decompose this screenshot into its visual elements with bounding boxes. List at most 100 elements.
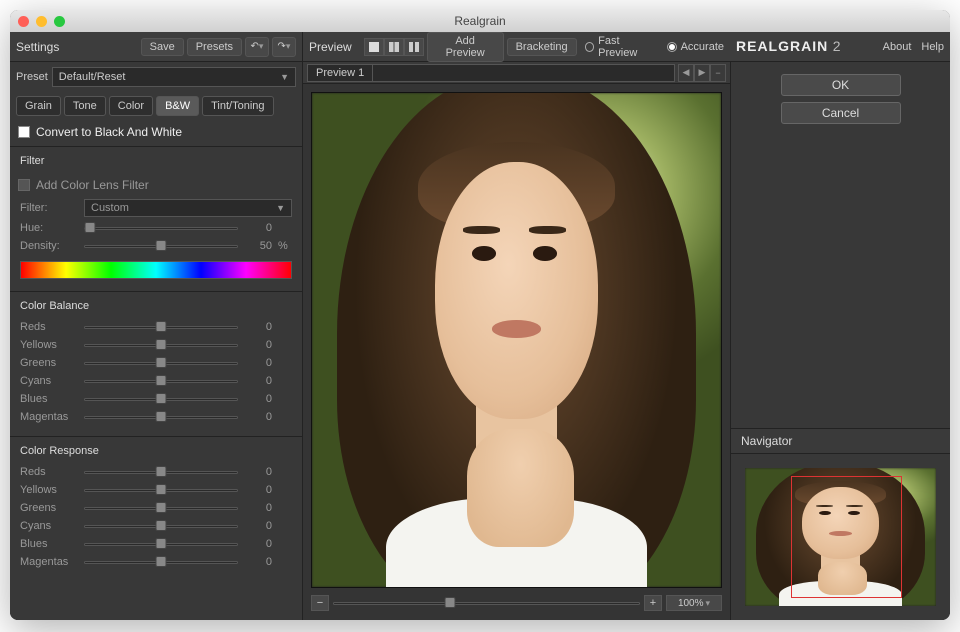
color-balance-slider[interactable]: [84, 410, 238, 424]
color-response-label: Blues: [20, 538, 78, 550]
window-title: Realgrain: [454, 14, 505, 28]
color-balance-slider[interactable]: [84, 374, 238, 388]
chevron-down-icon: ▼: [280, 72, 289, 82]
color-balance-label: Greens: [20, 357, 78, 369]
color-balance-value: 0: [244, 339, 272, 351]
zoom-dropdown[interactable]: 100%▾: [666, 595, 722, 611]
filter-heading: Filter: [10, 151, 302, 173]
close-icon[interactable]: [18, 16, 29, 27]
preview-tab-next[interactable]: ▶: [694, 64, 710, 82]
color-balance-label: Yellows: [20, 339, 78, 351]
color-balance-label: Blues: [20, 393, 78, 405]
about-link[interactable]: About: [883, 41, 912, 53]
preview-tab[interactable]: Preview 1: [307, 64, 373, 82]
right-panel: OK Cancel Navigator: [730, 62, 950, 620]
tab-color[interactable]: Color: [109, 96, 153, 116]
fast-preview-radio[interactable]: Fast Preview: [585, 35, 659, 59]
preview-tab-prev[interactable]: ◀: [678, 64, 694, 82]
color-balance-value: 0: [244, 375, 272, 387]
app-logo: REALGRAIN 2: [736, 38, 842, 56]
color-balance-row: Blues 0: [10, 390, 302, 408]
undo-button[interactable]: ↶▾: [245, 37, 269, 57]
chevron-down-icon: ▾: [706, 598, 711, 609]
preview-tab-track: [373, 64, 675, 82]
presets-button[interactable]: Presets: [187, 38, 242, 56]
chevron-down-icon: ▼: [276, 203, 285, 213]
convert-bw-checkbox[interactable]: [18, 126, 30, 138]
color-response-label: Yellows: [20, 484, 78, 496]
settings-tabs: Grain Tone Color B&W Tint/Toning: [10, 92, 302, 120]
tab-grain[interactable]: Grain: [16, 96, 61, 116]
color-response-slider[interactable]: [84, 519, 238, 533]
color-response-value: 0: [244, 466, 272, 478]
preview-tab-close[interactable]: −: [710, 64, 726, 82]
bracketing-button[interactable]: Bracketing: [507, 38, 577, 56]
density-value: 50: [244, 240, 272, 252]
color-balance-value: 0: [244, 357, 272, 369]
color-balance-row: Reds0: [10, 318, 302, 336]
density-slider[interactable]: [84, 239, 238, 253]
color-balance-value: 0: [244, 393, 272, 405]
zoom-out-button[interactable]: −: [311, 595, 329, 611]
add-color-lens-checkbox[interactable]: [18, 179, 30, 191]
settings-heading: Settings: [16, 40, 67, 54]
color-balance-row: Yellows 0: [10, 336, 302, 354]
navigator-thumbnail[interactable]: [745, 468, 936, 606]
color-response-label: Cyans: [20, 520, 78, 532]
preview-image[interactable]: [311, 92, 722, 588]
add-preview-button[interactable]: Add Preview: [427, 32, 504, 62]
tab-tint[interactable]: Tint/Toning: [202, 96, 273, 116]
help-link[interactable]: Help: [921, 41, 944, 53]
hue-spectrum[interactable]: [20, 261, 292, 279]
color-response-slider[interactable]: [84, 537, 238, 551]
hue-slider[interactable]: [84, 221, 238, 235]
accurate-radio[interactable]: Accurate: [667, 41, 724, 53]
color-balance-section: Color Balance Reds0Yellows0Greens0Cyans0…: [10, 291, 302, 434]
toolbar: Settings Save Presets ↶▾ ↷▾ Preview Add …: [10, 32, 950, 62]
color-response-section: Color Response Reds0Yellows0Greens0Cyans…: [10, 436, 302, 579]
color-response-row: Yellows 0: [10, 481, 302, 499]
filter-dropdown[interactable]: Custom▼: [84, 199, 292, 217]
view-split-v-icon[interactable]: [404, 38, 424, 56]
view-split-h-icon[interactable]: [384, 38, 404, 56]
zoom-slider[interactable]: [333, 596, 640, 610]
preset-dropdown[interactable]: Default/Reset▼: [52, 67, 296, 87]
minimize-icon[interactable]: [36, 16, 47, 27]
cancel-button[interactable]: Cancel: [781, 102, 901, 124]
filter-section: Filter Add Color Lens Filter Filter: Cus…: [10, 146, 302, 289]
color-response-row: Greens0: [10, 499, 302, 517]
redo-button[interactable]: ↷▾: [272, 37, 296, 57]
color-response-label: Magentas: [20, 556, 78, 568]
color-response-value: 0: [244, 556, 272, 568]
color-balance-row: Greens 0: [10, 354, 302, 372]
tab-tone[interactable]: Tone: [64, 96, 106, 116]
preview-panel: Preview 1 ◀ ▶ −: [303, 62, 730, 620]
color-balance-slider[interactable]: [84, 320, 238, 334]
ok-button[interactable]: OK: [781, 74, 901, 96]
navigator-heading: Navigator: [731, 428, 950, 454]
color-balance-slider[interactable]: [84, 338, 238, 352]
color-response-value: 0: [244, 538, 272, 550]
settings-panel: Preset Default/Reset▼ Grain Tone Color B…: [10, 62, 303, 620]
view-mode-group: [364, 38, 424, 56]
navigator-viewport-rect[interactable]: [791, 476, 902, 598]
color-response-value: 0: [244, 484, 272, 496]
color-response-row: Cyans0: [10, 517, 302, 535]
color-balance-heading: Color Balance: [10, 296, 302, 318]
color-response-slider[interactable]: [84, 483, 238, 497]
color-response-row: Magentas 0: [10, 553, 302, 571]
color-response-slider[interactable]: [84, 501, 238, 515]
color-balance-slider[interactable]: [84, 356, 238, 370]
save-button[interactable]: Save: [141, 38, 184, 56]
color-balance-slider[interactable]: [84, 392, 238, 406]
density-label: Density:: [20, 240, 78, 252]
view-single-icon[interactable]: [364, 38, 384, 56]
filter-field-label: Filter:: [20, 202, 78, 214]
titlebar: Realgrain: [10, 10, 950, 32]
color-response-label: Greens: [20, 502, 78, 514]
color-response-slider[interactable]: [84, 465, 238, 479]
color-response-slider[interactable]: [84, 555, 238, 569]
zoom-in-button[interactable]: +: [644, 595, 662, 611]
zoom-icon[interactable]: [54, 16, 65, 27]
tab-bw[interactable]: B&W: [156, 96, 199, 116]
